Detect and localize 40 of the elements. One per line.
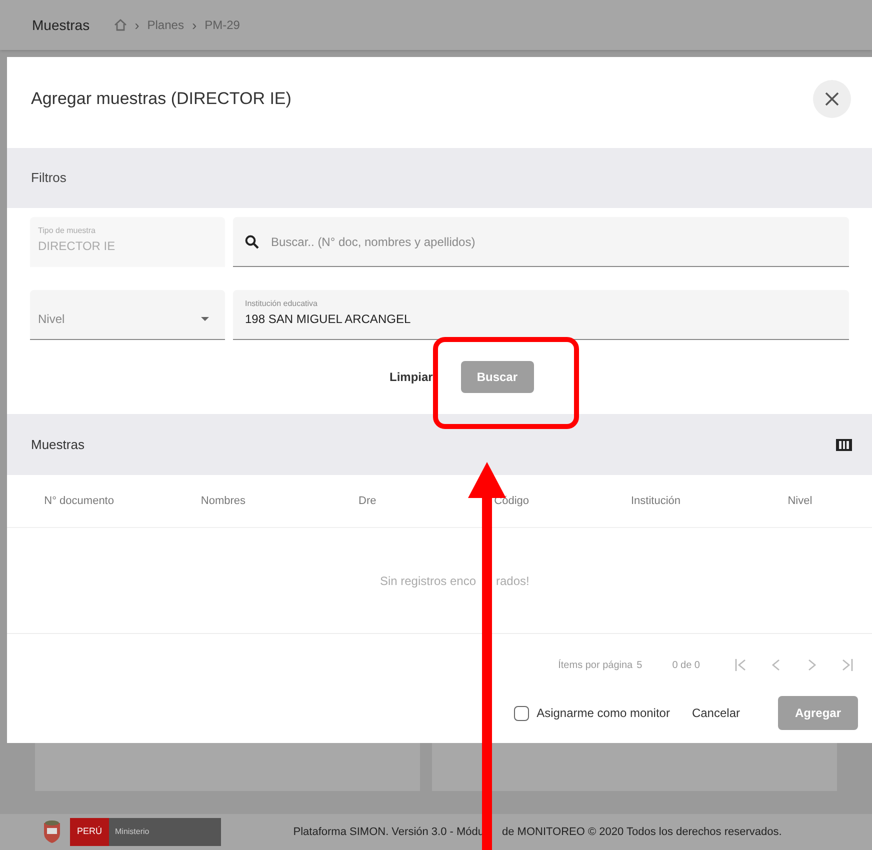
cancel-button[interactable]: Cancelar [684, 696, 748, 730]
breadcrumb-link[interactable]: PM-29 [204, 16, 240, 34]
checkbox[interactable] [514, 706, 529, 720]
column-header: Nivel [786, 494, 814, 509]
breadcrumb-link[interactable]: Planes [147, 16, 184, 34]
breadcrumb-separator: › [134, 16, 140, 34]
next-page-icon[interactable] [806, 658, 818, 672]
items-per-page-label: Ítems por página [558, 658, 633, 672]
dialog-title: Agregar muestras (DIRECTOR IE) [31, 88, 292, 110]
search-input[interactable]: Buscar.. (N° doc, nombres y apellidos) [271, 232, 837, 250]
items-per-page-select[interactable]: 5 [636, 658, 642, 672]
ministry-logo: Ministerio [109, 818, 222, 846]
column-header: Dre [358, 494, 378, 509]
empty-message: rados! [496, 572, 530, 590]
column-header: Institución [630, 494, 682, 509]
country-logo: PERÚ [70, 818, 110, 846]
column-header: N° documento [43, 494, 115, 509]
first-page-icon[interactable] [734, 658, 746, 672]
home-icon[interactable] [114, 19, 127, 31]
breadcrumb-separator: › [192, 16, 197, 34]
school-field[interactable]: Institución educativa 198 SAN MIGUEL ARCANGEL [233, 290, 849, 340]
dropdown-arrow-icon [201, 316, 209, 320]
page-range: 0 de 0 [672, 658, 700, 672]
empty-message: Sin registros enco [380, 572, 476, 590]
search-field[interactable]: Buscar.. (N° doc, nombres y apellidos) [233, 217, 849, 267]
page-title: Muestras [32, 16, 90, 34]
copyright-text: de MONITOREO © 2020 Todos los derechos reservados. [502, 824, 782, 840]
search-icon [245, 234, 259, 248]
last-page-icon[interactable] [842, 658, 854, 672]
level-select[interactable]: Nivel [30, 290, 225, 340]
table-title: Muestras [31, 436, 84, 454]
checkbox-label: Asignarme como monitor [536, 705, 670, 722]
filters-title: Filtros [31, 169, 66, 188]
column-header: Nombres [200, 494, 247, 509]
columns-icon[interactable] [836, 438, 852, 450]
close-icon [825, 92, 839, 106]
previous-page-icon[interactable] [770, 658, 782, 672]
close-button[interactable] [813, 80, 851, 118]
filters-header[interactable]: Filtros [7, 148, 872, 208]
clear-button[interactable]: Limpiar [373, 361, 449, 393]
